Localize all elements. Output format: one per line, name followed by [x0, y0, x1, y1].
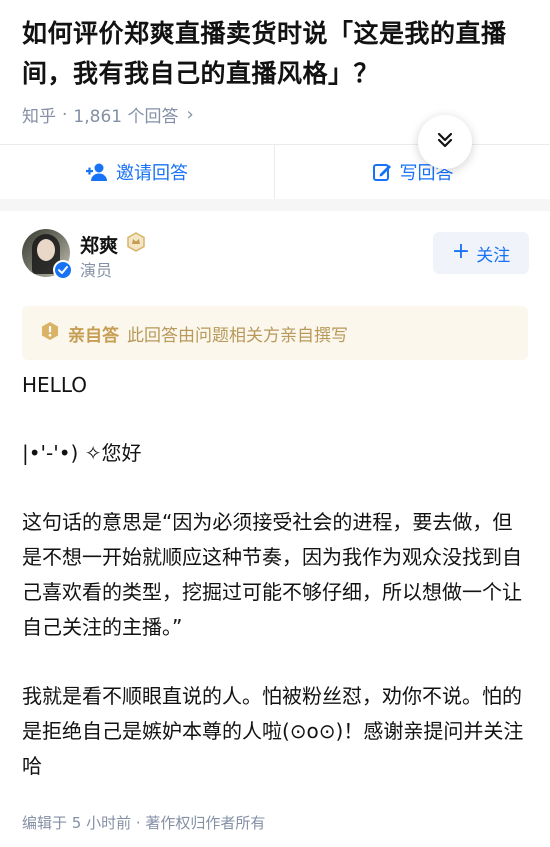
invite-answer-label: 邀请回答 [116, 163, 188, 184]
gold-badge-icon [126, 232, 146, 257]
collapse-button[interactable] [418, 115, 472, 169]
answer-content: HELLO |•'-'•) ✧您好 这句话的意思是“因为必须接受社会的进程，要去… [22, 368, 532, 818]
self-answer-label: 亲自答 [68, 325, 119, 346]
question-meta[interactable]: 知乎 · 1,861 个回答 › [22, 102, 194, 127]
plus-icon: + [451, 239, 471, 264]
author-name: 郑爽 [80, 235, 119, 257]
author-row: 郑爽 演员 + 关注 [22, 229, 529, 280]
quote-badge-icon [40, 321, 60, 346]
source-label: 知乎 [22, 107, 56, 127]
answer-paragraph: |•'-'•) ✧您好 [22, 441, 142, 465]
answer-paragraph: 我就是看不顺眼直说的人。怕被粉丝怼，劝你不说。怕的是拒绝自己是嫉妒本尊的人啦(⊙… [22, 684, 524, 778]
follow-label: 关注 [476, 245, 511, 266]
chevron-right-icon: › [186, 104, 194, 125]
section-divider [0, 199, 550, 211]
answer-count: 1,861 个回答 [73, 107, 179, 127]
self-answer-text: 此回答由问题相关方亲自撰写 [127, 325, 348, 346]
meta-separator: · [62, 104, 68, 125]
verified-icon [53, 260, 73, 280]
author-name-row[interactable]: 郑爽 [80, 231, 146, 258]
author-tag: 演员 [80, 261, 113, 280]
question-title: 如何评价郑爽直播卖货时说「这是我的直播间，我有我自己的直播风格」？ [22, 19, 507, 88]
write-answer-button[interactable]: 写回答 [275, 145, 550, 199]
add-person-icon [86, 162, 108, 182]
self-answer-notice: 亲自答 此回答由问题相关方亲自撰写 [22, 306, 528, 360]
edit-info: 编辑于 5 小时前 · 著作权归作者所有 [22, 814, 266, 832]
answer-paragraph: HELLO [22, 373, 87, 397]
double-chevron-down-icon [436, 131, 454, 153]
edit-icon [372, 162, 392, 182]
follow-button[interactable]: + 关注 [433, 232, 529, 274]
invite-answer-button[interactable]: 邀请回答 [0, 145, 275, 199]
answer-paragraph: 这句话的意思是“因为必须接受社会的进程，要去做，但是不想一开始就顺应这种节奏，因… [22, 510, 522, 639]
